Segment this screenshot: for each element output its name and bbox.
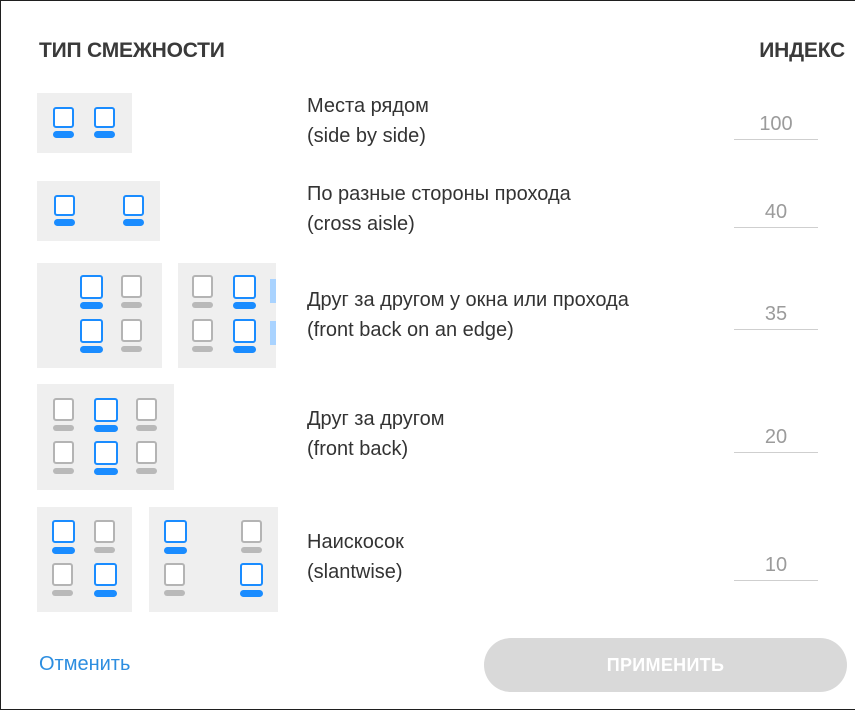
front-back-edge-diagram-right xyxy=(178,263,276,368)
index-input[interactable]: 10 xyxy=(734,550,818,581)
edge-marker-icon xyxy=(270,321,276,345)
adjacency-subtitle: (front back on an edge) xyxy=(307,319,514,341)
index-input[interactable]: 20 xyxy=(734,422,818,453)
adjacency-title: Места рядом xyxy=(307,95,429,117)
index-input[interactable]: 40 xyxy=(734,197,818,228)
index-input[interactable]: 100 xyxy=(734,109,818,140)
slantwise-diagram-right xyxy=(149,507,278,612)
adjacency-row-front-back: Друг за другом (front back) 20 xyxy=(1,384,855,490)
adjacency-label: Друг за другом (front back) xyxy=(307,404,444,464)
adjacency-subtitle: (side by side) xyxy=(307,125,426,147)
front-back-diagram xyxy=(37,384,174,490)
adjacency-row-cross-aisle: По разные стороны прохода (cross aisle) … xyxy=(1,177,855,245)
adjacency-label: Места рядом (side by side) xyxy=(307,91,429,151)
adjacency-label: Наискосок (slantwise) xyxy=(307,527,404,587)
edge-marker-icon xyxy=(270,279,276,303)
adjacency-row-front-back-edge: Друг за другом у окна или прохода (front… xyxy=(1,263,855,368)
cancel-link[interactable]: Отменить xyxy=(39,653,130,676)
adjacency-title: Друг за другом у окна или прохода xyxy=(307,289,629,311)
apply-button[interactable]: ПРИМЕНИТЬ xyxy=(484,638,847,692)
index-input[interactable]: 35 xyxy=(734,299,818,330)
adjacency-row-slantwise: Наискосок (slantwise) 10 xyxy=(1,507,855,612)
adjacency-subtitle: (cross aisle) xyxy=(307,213,415,235)
adjacency-label: Друг за другом у окна или прохода (front… xyxy=(307,285,629,345)
side-by-side-diagram xyxy=(37,93,132,153)
front-back-edge-diagram-left xyxy=(37,263,162,368)
adjacency-label: По разные стороны прохода (cross aisle) xyxy=(307,179,571,239)
adjacency-dialog: ТИП СМЕЖНОСТИ ИНДЕКС Места рядом (side b… xyxy=(0,0,855,710)
adjacency-row-side-by-side: Места рядом (side by side) 100 xyxy=(1,89,855,157)
adjacency-title: По разные стороны прохода xyxy=(307,183,571,205)
adjacency-subtitle: (slantwise) xyxy=(307,561,403,583)
adjacency-subtitle: (front back) xyxy=(307,438,409,460)
adjacency-title: Друг за другом xyxy=(307,408,445,430)
index-header: ИНДЕКС xyxy=(759,39,845,62)
adjacency-title: Наискосок xyxy=(307,531,404,553)
adjacency-type-header: ТИП СМЕЖНОСТИ xyxy=(39,39,225,62)
slantwise-diagram-left xyxy=(37,507,132,612)
cross-aisle-diagram xyxy=(37,181,160,241)
